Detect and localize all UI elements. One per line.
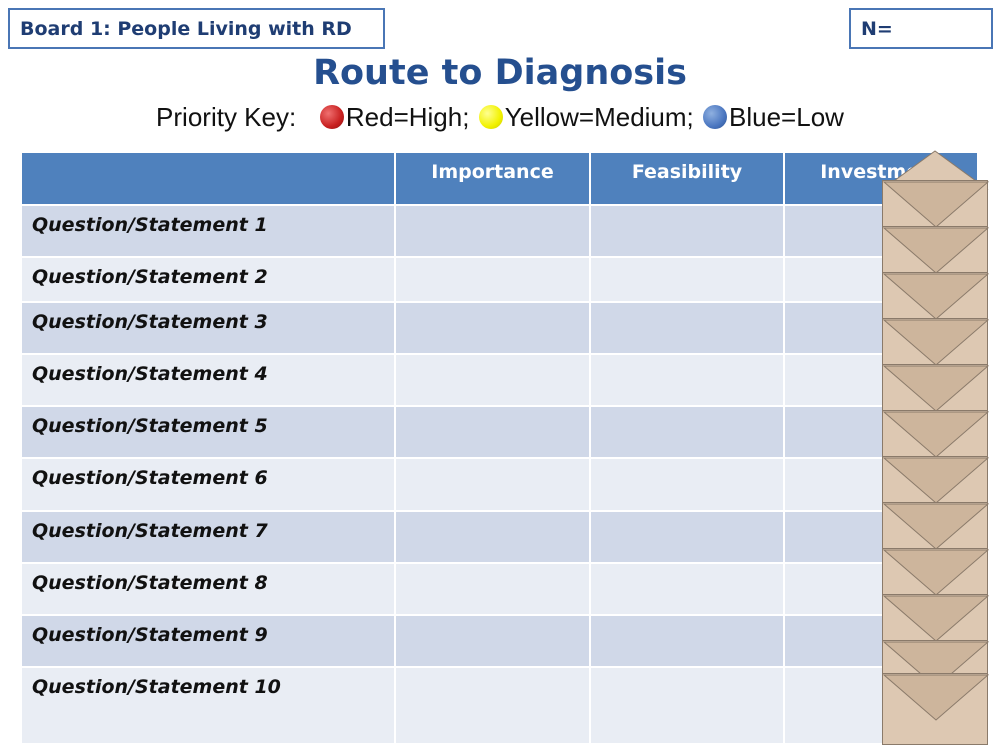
importance-cell[interactable] — [395, 457, 591, 511]
table-row: Question/Statement 8 — [22, 561, 979, 615]
feasibility-cell[interactable] — [590, 561, 785, 615]
importance-cell[interactable] — [395, 301, 591, 355]
question-cell: Question/Statement 3 — [22, 301, 396, 355]
feasibility-cell[interactable] — [590, 665, 785, 743]
importance-cell[interactable] — [395, 509, 591, 563]
red-dot-icon — [319, 105, 344, 129]
feasibility-cell[interactable] — [590, 256, 785, 303]
importance-cell[interactable] — [395, 665, 591, 743]
table-row: Question/Statement 2 — [22, 256, 979, 303]
question-cell: Question/Statement 9 — [22, 613, 396, 667]
rating-table: Importance Feasibility Investment Questi… — [22, 153, 979, 743]
priority-key-medium: Yellow=Medium; — [504, 102, 694, 132]
importance-cell[interactable] — [395, 561, 591, 615]
board-label: Board 1: People Living with RD — [20, 17, 352, 40]
priority-key-low: Blue=Low — [729, 102, 844, 132]
question-cell: Question/Statement 5 — [22, 405, 396, 459]
page-title: Route to Diagnosis — [313, 53, 687, 93]
importance-cell[interactable] — [395, 405, 591, 459]
column-header-blank — [22, 153, 396, 205]
question-cell: Question/Statement 2 — [22, 256, 396, 303]
importance-cell[interactable] — [395, 203, 591, 258]
feasibility-cell[interactable] — [590, 509, 785, 563]
blue-dot-icon — [703, 105, 728, 129]
table-row: Question/Statement 6 — [22, 457, 979, 511]
feasibility-cell[interactable] — [590, 301, 785, 355]
table-row: Question/Statement 3 — [22, 301, 979, 355]
feasibility-cell[interactable] — [590, 353, 785, 407]
yellow-dot-icon — [478, 105, 503, 129]
priority-key-high: Red=High; — [345, 102, 470, 132]
importance-cell[interactable] — [395, 353, 591, 407]
column-header-importance: Importance — [395, 153, 591, 205]
table-row: Question/Statement 5 — [22, 405, 979, 459]
feasibility-cell[interactable] — [590, 405, 785, 459]
feasibility-cell[interactable] — [590, 203, 785, 258]
importance-cell[interactable] — [395, 613, 591, 667]
question-cell: Question/Statement 4 — [22, 353, 396, 407]
envelope-icon — [882, 673, 989, 745]
n-label: N= — [861, 17, 893, 40]
envelope-stack — [881, 150, 990, 745]
n-count-box[interactable]: N= — [849, 8, 993, 49]
table-row: Question/Statement 9 — [22, 613, 979, 667]
question-cell: Question/Statement 7 — [22, 509, 396, 563]
table-row: Question/Statement 1 — [22, 203, 979, 258]
table-row: Question/Statement 7 — [22, 509, 979, 563]
importance-cell[interactable] — [395, 256, 591, 303]
priority-key-prefix: Priority Key: — [156, 102, 297, 132]
table-row: Question/Statement 10 — [22, 665, 979, 743]
feasibility-cell[interactable] — [590, 457, 785, 511]
column-header-feasibility: Feasibility — [590, 153, 785, 205]
question-cell: Question/Statement 10 — [22, 665, 396, 743]
board-label-box: Board 1: People Living with RD — [8, 8, 385, 49]
question-cell: Question/Statement 8 — [22, 561, 396, 615]
question-cell: Question/Statement 6 — [22, 457, 396, 511]
question-cell: Question/Statement 1 — [22, 203, 396, 258]
priority-key: Priority Key: Red=High; Yellow=Medium; B… — [0, 102, 1000, 133]
table-row: Question/Statement 4 — [22, 353, 979, 407]
feasibility-cell[interactable] — [590, 613, 785, 667]
